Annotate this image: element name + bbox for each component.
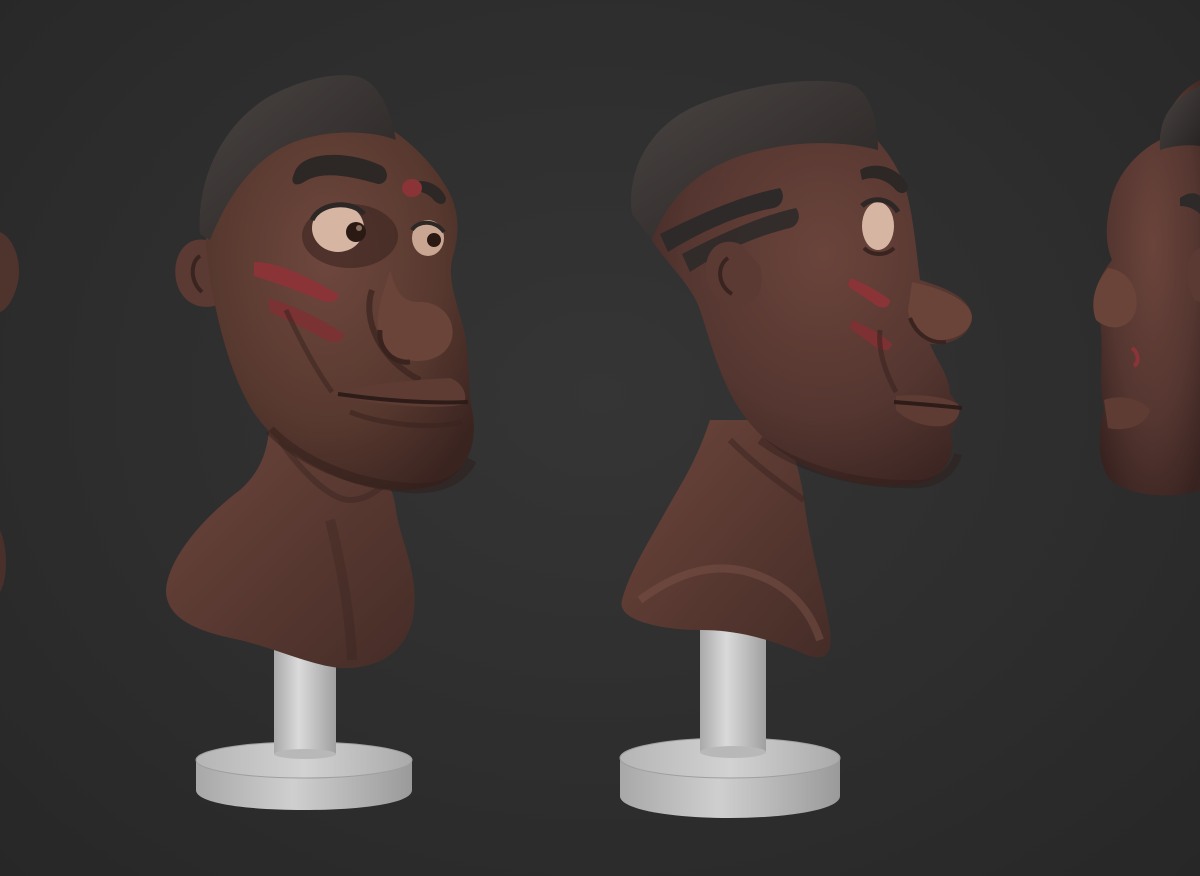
sculpt-viewport[interactable] (0, 0, 1200, 876)
turnaround-scene (0, 75, 1200, 818)
bust-three-quarter (166, 75, 477, 810)
bust-profile (619, 80, 972, 818)
eye-right (410, 220, 446, 256)
head (631, 80, 972, 489)
bust-right-edge-partial (1093, 80, 1200, 496)
bust-left-edge-partial (0, 232, 20, 592)
pedestal-rod (700, 620, 766, 758)
head (199, 75, 477, 494)
